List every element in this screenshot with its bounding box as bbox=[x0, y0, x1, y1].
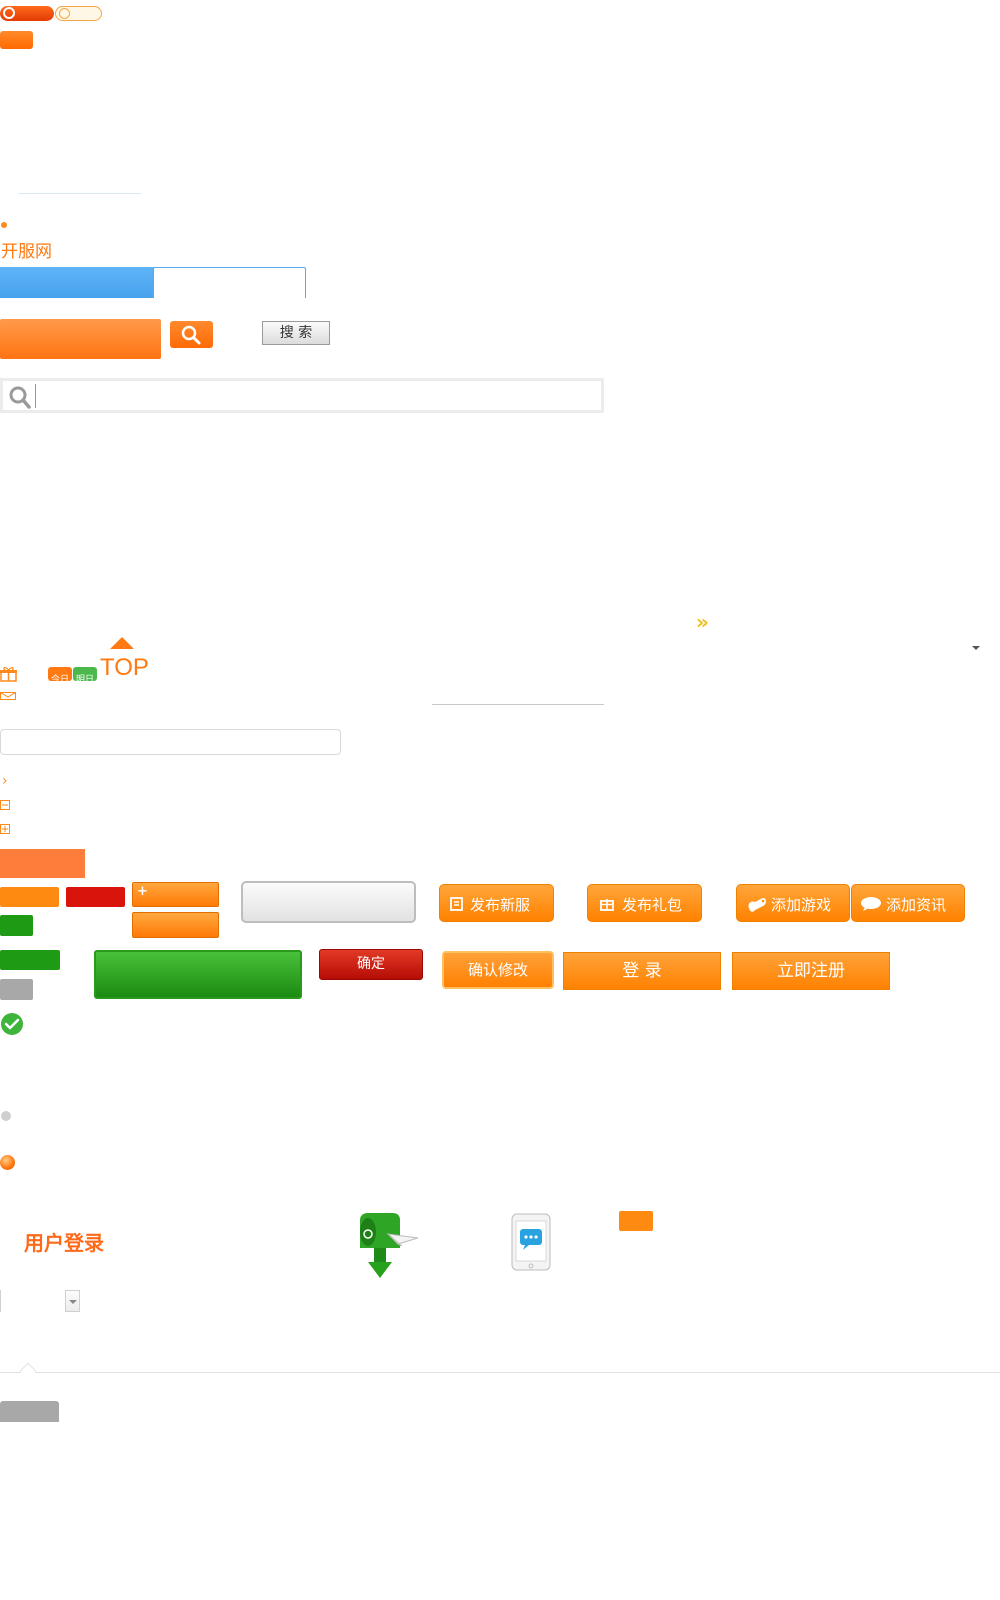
green-button[interactable] bbox=[0, 950, 60, 970]
site-name: 开服网 bbox=[1, 242, 52, 262]
clock-icon bbox=[59, 8, 70, 19]
add-game-button[interactable]: 添加游戏 bbox=[736, 884, 850, 922]
plus-box-icon[interactable] bbox=[0, 824, 10, 834]
mailbox-icon bbox=[360, 1213, 419, 1278]
today-badge-label: 今日 bbox=[50, 675, 69, 685]
caret-down-icon[interactable] bbox=[972, 646, 980, 650]
login-label: 登 录 bbox=[622, 961, 662, 981]
text-input[interactable] bbox=[0, 729, 341, 755]
confirm-label: 确定 bbox=[357, 956, 385, 972]
gray-tab[interactable] bbox=[0, 1401, 59, 1422]
plus-icon: + bbox=[137, 884, 148, 899]
speech-bubble-icon bbox=[861, 897, 881, 911]
magnifier-icon bbox=[9, 386, 31, 409]
tab-inactive[interactable] bbox=[153, 267, 306, 298]
add-news-label: 添加资讯 bbox=[886, 896, 947, 914]
gray-dot bbox=[1, 1111, 11, 1121]
red-small-button[interactable] bbox=[66, 887, 125, 907]
clock-icon bbox=[3, 7, 15, 19]
orange-bullet-icon bbox=[0, 1155, 15, 1170]
tomorrow-badge-label: 明日 bbox=[75, 675, 94, 685]
back-to-top-arrow-icon[interactable] bbox=[110, 637, 134, 649]
tab-active[interactable] bbox=[0, 267, 154, 298]
chevron-down-icon bbox=[69, 1300, 77, 1304]
login-title: 用户登录 bbox=[24, 1231, 104, 1255]
divider-pointer bbox=[19, 1362, 37, 1380]
back-to-top-label[interactable]: TOP bbox=[100, 654, 149, 682]
orange-flag-tag bbox=[0, 31, 33, 49]
input-divider bbox=[35, 384, 36, 408]
divider-line bbox=[18, 193, 141, 194]
orange-tag[interactable] bbox=[619, 1211, 653, 1231]
chevron-right-icon[interactable]: › bbox=[2, 774, 8, 788]
document-icon bbox=[450, 897, 463, 911]
orange-block[interactable] bbox=[0, 849, 85, 878]
add-button[interactable]: + bbox=[132, 882, 219, 907]
search-icon-button[interactable] bbox=[170, 321, 213, 348]
publish-server-label: 发布新服 bbox=[470, 896, 531, 914]
publish-gift-button[interactable]: 发布礼包 bbox=[587, 884, 702, 922]
phone-chat-icon bbox=[511, 1213, 551, 1271]
orange-small-button[interactable] bbox=[0, 887, 59, 907]
search-button-label: 搜 索 bbox=[279, 325, 313, 341]
search-icon bbox=[181, 325, 201, 345]
divider-line bbox=[432, 704, 604, 705]
clock-tab-inactive[interactable] bbox=[55, 6, 102, 21]
gray-gradient-button[interactable] bbox=[241, 881, 416, 923]
add-news-button[interactable]: 添加资讯 bbox=[851, 884, 965, 922]
gift-icon bbox=[600, 899, 614, 911]
publish-gift-label: 发布礼包 bbox=[622, 896, 683, 914]
mail-icon bbox=[0, 692, 16, 700]
gray-button[interactable] bbox=[0, 979, 33, 1000]
green-small-button[interactable] bbox=[0, 915, 33, 936]
orange-plain-button[interactable] bbox=[132, 912, 219, 938]
green-large-button[interactable] bbox=[94, 950, 302, 999]
tomorrow-badge[interactable]: 明日 bbox=[73, 667, 97, 685]
select-arrow-button[interactable] bbox=[65, 1290, 80, 1312]
confirm-edit-label: 确认修改 bbox=[467, 961, 528, 979]
search-input[interactable] bbox=[0, 378, 604, 413]
orange-search-bar[interactable] bbox=[0, 319, 161, 359]
clock-tab-active[interactable] bbox=[0, 6, 54, 21]
minus-box-icon[interactable] bbox=[0, 800, 10, 810]
publish-server-button[interactable]: 发布新服 bbox=[439, 884, 554, 922]
register-label: 立即注册 bbox=[777, 961, 845, 981]
login-button[interactable]: 登 录 bbox=[563, 952, 721, 990]
add-game-label: 添加游戏 bbox=[771, 896, 832, 914]
double-chevron-right-icon[interactable]: » bbox=[696, 612, 709, 632]
gamepad-icon bbox=[748, 898, 766, 912]
select-dropdown[interactable] bbox=[0, 1290, 80, 1312]
confirm-button[interactable]: 确定 bbox=[319, 949, 423, 980]
today-badge[interactable]: 今日 bbox=[48, 667, 72, 685]
panel-divider bbox=[0, 1372, 1000, 1373]
checkmark-icon bbox=[1, 1013, 23, 1035]
gift-icon bbox=[0, 667, 17, 682]
register-button[interactable]: 立即注册 bbox=[732, 952, 890, 990]
search-button[interactable]: 搜 索 bbox=[262, 321, 330, 345]
confirm-edit-button[interactable]: 确认修改 bbox=[442, 951, 554, 989]
orange-dot bbox=[1, 222, 7, 228]
